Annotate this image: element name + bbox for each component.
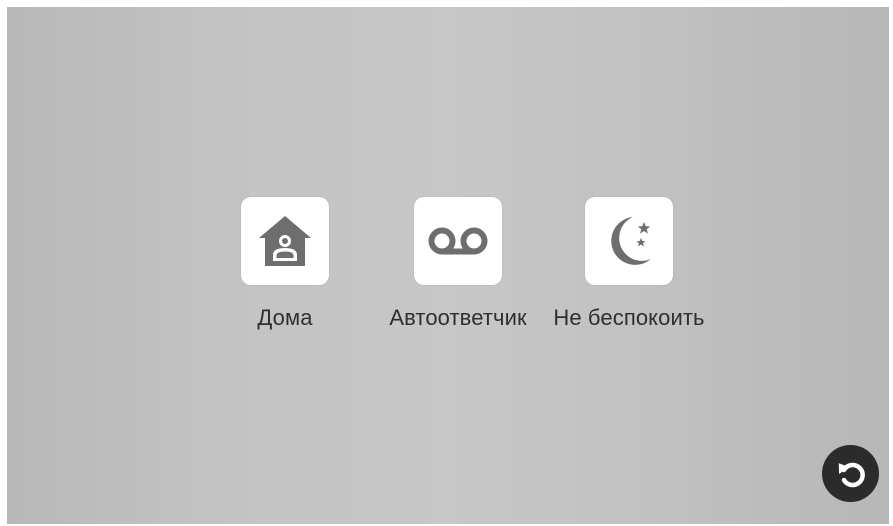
mode-do-not-disturb-label: Не беспокоить [553,305,705,330]
undo-arrow-icon [838,462,865,487]
moon-stars-icon [611,217,651,265]
mode-do-not-disturb-button[interactable]: Не беспокоить [539,197,719,331]
back-button[interactable] [822,445,879,502]
mode-do-not-disturb-tile[interactable] [585,197,673,285]
mode-answering-machine-label: Автоответчик [389,305,527,330]
home-person-icon [259,216,311,266]
mode-home-label: Дома [257,305,313,330]
mode-select-screen: Дома Автоответчик Не беспокоить [7,7,889,524]
voicemail-icon [428,227,488,255]
mode-answering-machine-tile[interactable] [414,197,502,285]
mode-answering-machine-button[interactable]: Автоответчик [368,197,548,331]
mode-home-button[interactable]: Дома [195,197,375,331]
mode-home-tile[interactable] [241,197,329,285]
